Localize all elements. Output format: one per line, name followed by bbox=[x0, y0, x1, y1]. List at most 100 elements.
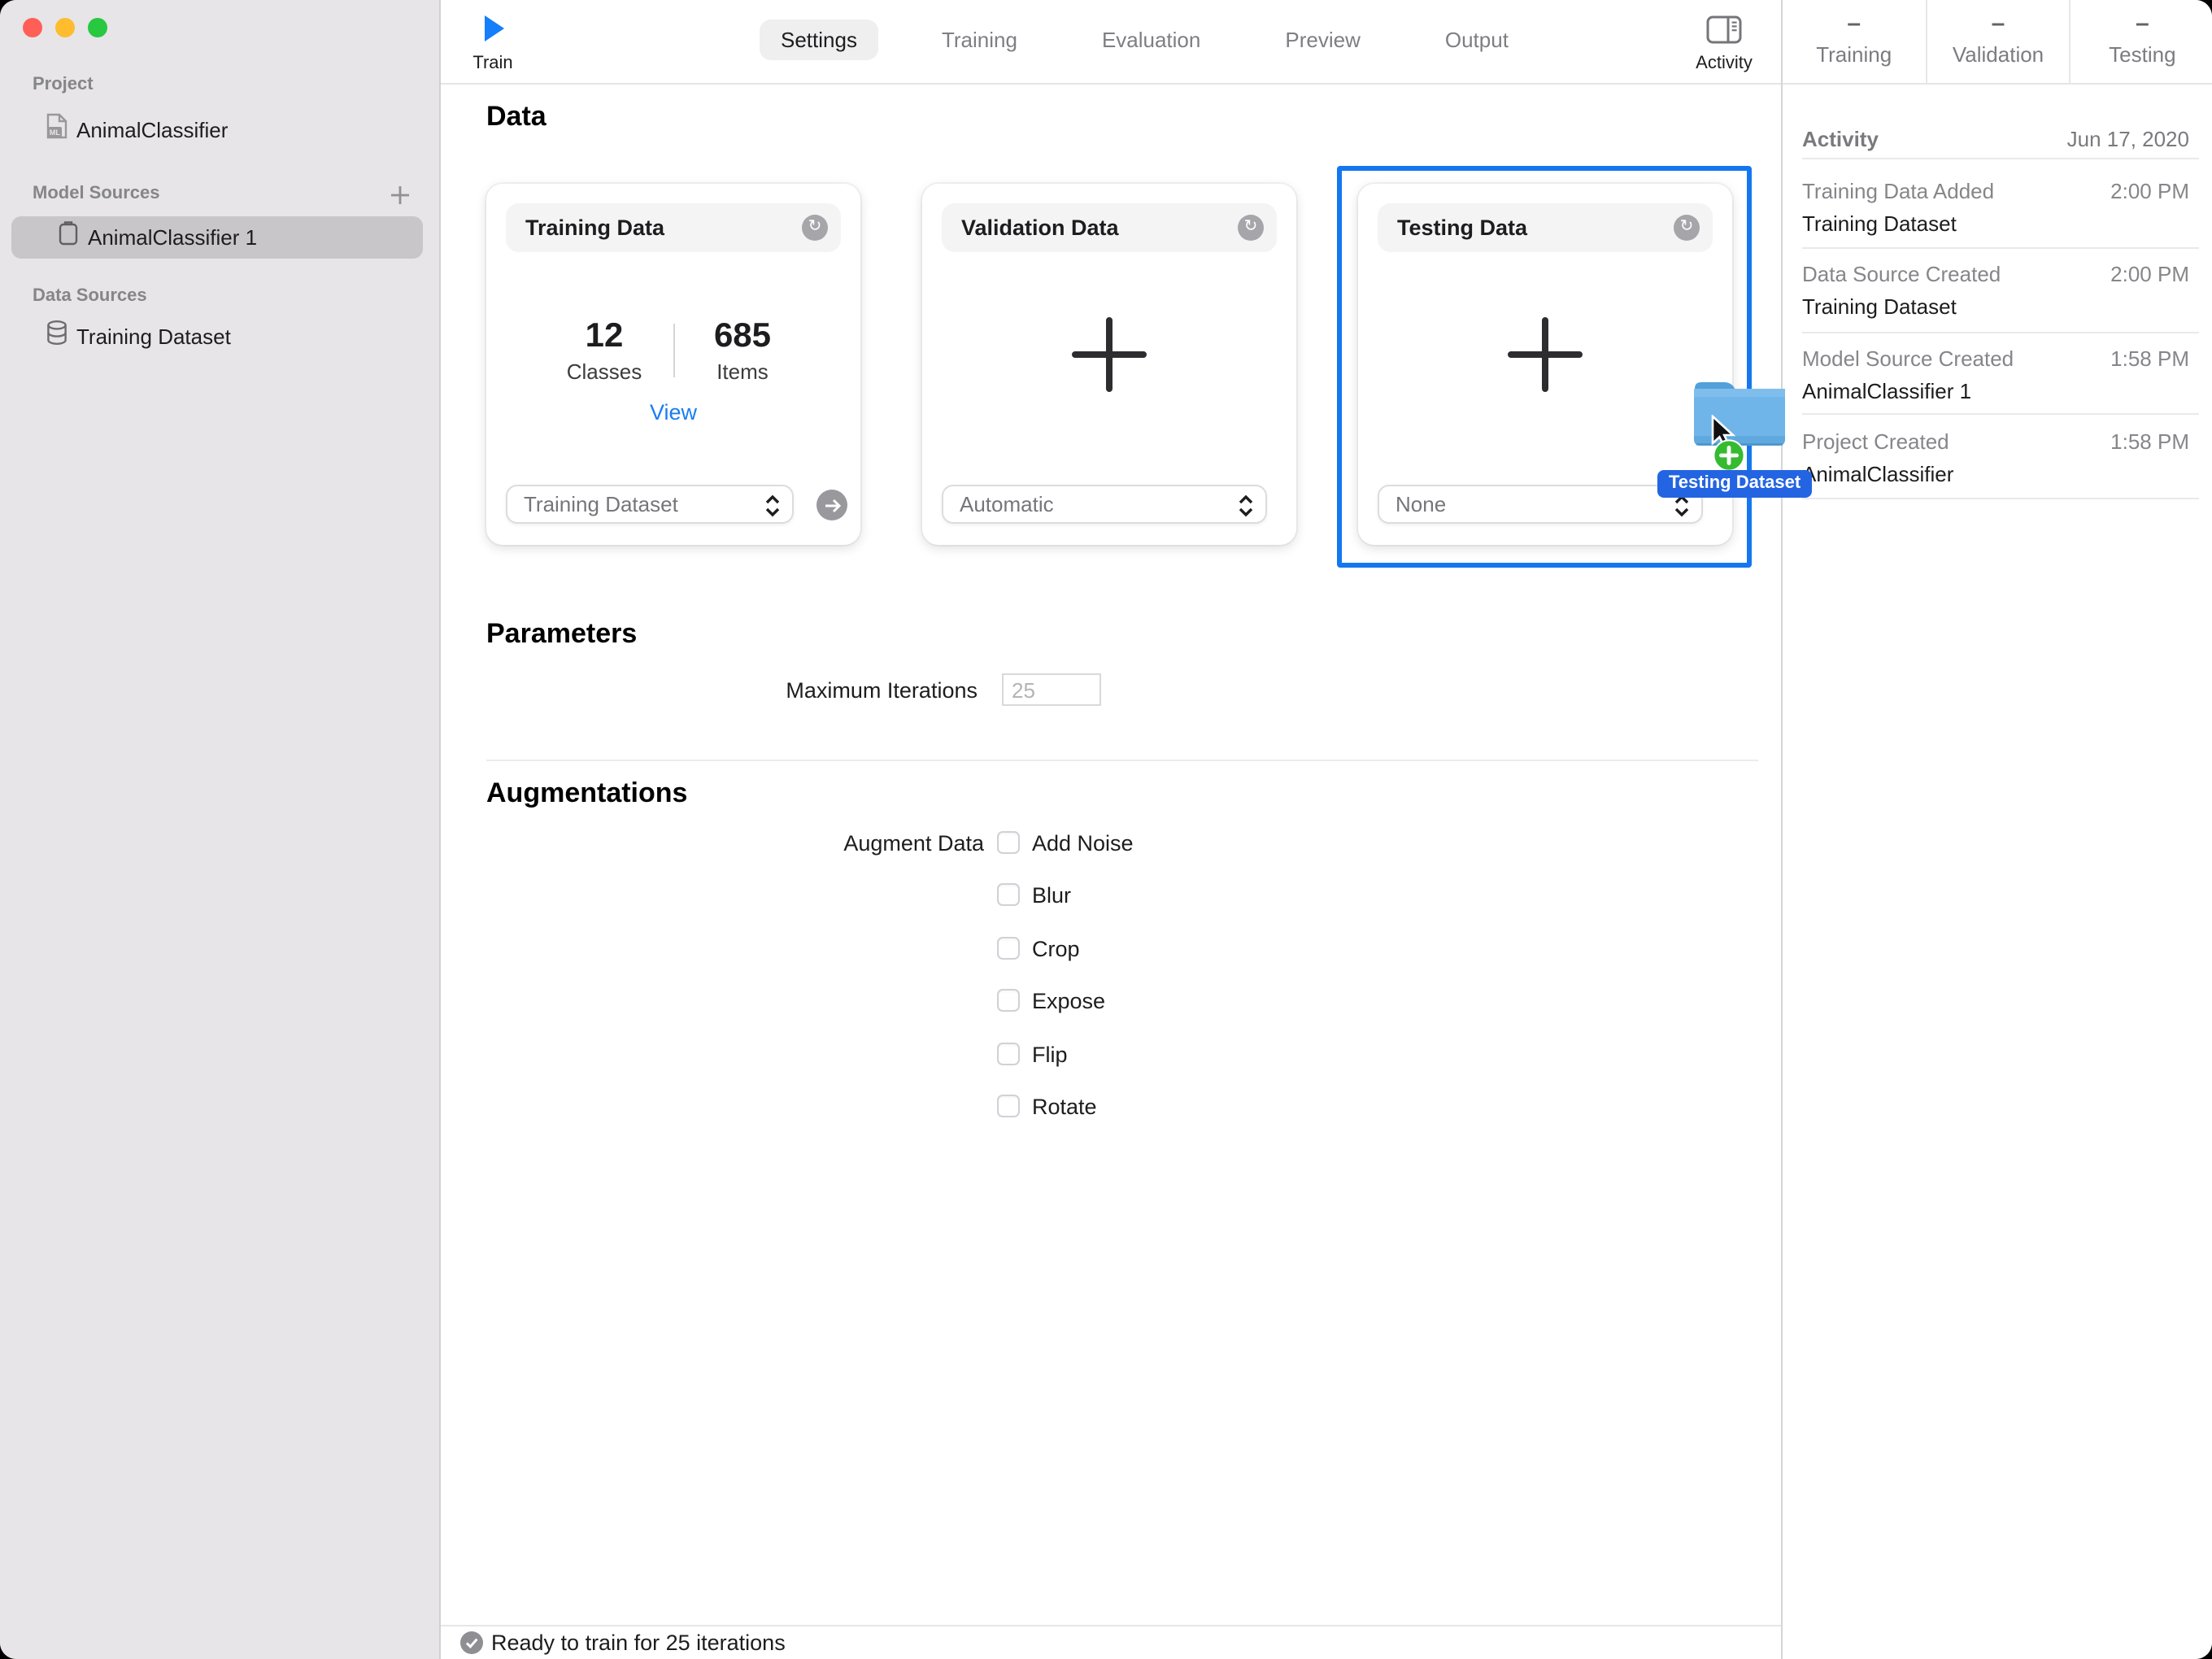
entry-time: 2:00 PM bbox=[2110, 262, 2189, 286]
training-data-card: Training Data ↻ 12 Classes 685 Items Vie… bbox=[486, 184, 860, 545]
accuracy-summary-header: – Training – Validation – Testing bbox=[1783, 0, 2212, 85]
tab-training[interactable]: Training bbox=[921, 20, 1039, 60]
augment-option-add-noise: Add Noise bbox=[997, 830, 1134, 856]
svg-text:ML: ML bbox=[50, 128, 61, 137]
sidebar-item-label: AnimalClassifier 1 bbox=[88, 225, 258, 250]
sidebar-item-label: AnimalClassifier bbox=[76, 118, 229, 142]
testing-data-card-header: Testing Data ↻ bbox=[1378, 203, 1713, 252]
train-button-label: Train bbox=[472, 54, 513, 73]
augment-option-blur: Blur bbox=[997, 882, 1071, 908]
play-icon bbox=[485, 15, 504, 41]
activity-panel: – Training – Validation – Testing Activi… bbox=[1781, 0, 2212, 1659]
create-ml-window: Project ML AnimalClassifier Model Source… bbox=[0, 0, 2212, 1659]
entry-subtitle: Training Dataset bbox=[1802, 294, 1957, 319]
augment-data-label: Augment Data bbox=[843, 831, 984, 856]
training-accuracy-stat: – Training bbox=[1783, 0, 1925, 83]
validation-data-card[interactable]: Validation Data ↻ Automatic bbox=[922, 184, 1296, 545]
augment-option-rotate: Rotate bbox=[997, 1093, 1097, 1119]
sidebar-item-data-source[interactable]: Training Dataset bbox=[0, 316, 441, 358]
testing-data-source-select[interactable]: None bbox=[1378, 485, 1703, 524]
entry-title: Training Data Added bbox=[1802, 179, 1995, 203]
items-count: 685 bbox=[713, 317, 772, 355]
zoom-window-button[interactable] bbox=[88, 18, 107, 37]
minimize-window-button[interactable] bbox=[55, 18, 75, 37]
stepper-chevrons-icon bbox=[1238, 494, 1254, 525]
main-content: Train Settings Training Evaluation Previ… bbox=[441, 0, 1781, 1659]
add-data-plus-icon bbox=[1508, 317, 1583, 400]
train-button[interactable]: Train bbox=[464, 8, 522, 80]
parameters-section-heading: Parameters bbox=[486, 618, 638, 649]
status-bar: Ready to train for 25 iterations bbox=[441, 1625, 1781, 1659]
classes-count: 12 bbox=[585, 317, 624, 355]
validation-data-source-select[interactable]: Automatic bbox=[942, 485, 1267, 524]
activity-log-heading: Activity bbox=[1802, 127, 1879, 151]
sidebar-item-model-source-selected[interactable]: AnimalClassifier 1 bbox=[11, 216, 423, 259]
card-title: Training Data bbox=[525, 216, 665, 240]
augmentations-section-heading: Augmentations bbox=[486, 777, 688, 808]
data-section-heading: Data bbox=[486, 101, 546, 132]
checkbox-label: Crop bbox=[1032, 936, 1080, 960]
testing-accuracy-stat: – Testing bbox=[2069, 0, 2212, 83]
tab-bar: Settings Training Evaluation Preview Out… bbox=[760, 20, 1530, 60]
tab-settings[interactable]: Settings bbox=[760, 20, 878, 60]
add-data-plus-icon bbox=[1072, 317, 1147, 400]
checkbox-label: Blur bbox=[1032, 882, 1072, 907]
rotate-checkbox[interactable] bbox=[997, 1095, 1019, 1117]
training-data-source-select[interactable]: Training Dataset bbox=[506, 485, 794, 524]
entry-time: 2:00 PM bbox=[2110, 179, 2189, 203]
ready-check-icon bbox=[460, 1631, 483, 1659]
divider bbox=[1802, 247, 2199, 249]
close-window-button[interactable] bbox=[23, 18, 42, 37]
tab-evaluation[interactable]: Evaluation bbox=[1081, 20, 1221, 60]
validation-data-card-header: Validation Data ↻ bbox=[942, 203, 1277, 252]
model-source-icon bbox=[57, 220, 80, 255]
arrow-right-icon bbox=[825, 498, 841, 512]
expose-checkbox[interactable] bbox=[997, 989, 1019, 1012]
divider bbox=[1802, 413, 2199, 415]
checkbox-label: Rotate bbox=[1032, 1094, 1097, 1118]
refresh-icon[interactable]: ↻ bbox=[802, 215, 828, 241]
desktop-background: Project ML AnimalClassifier Model Source… bbox=[0, 0, 2212, 1659]
activity-panel-toggle[interactable]: Activity bbox=[1675, 8, 1773, 80]
augment-option-expose: Expose bbox=[997, 987, 1105, 1013]
max-iterations-input[interactable] bbox=[1002, 673, 1101, 706]
entry-time: 1:58 PM bbox=[2110, 346, 2189, 371]
sidebar-item-label: Training Dataset bbox=[76, 324, 231, 349]
entry-title: Project Created bbox=[1802, 429, 1949, 454]
ml-document-icon: ML bbox=[46, 113, 68, 147]
refresh-icon[interactable]: ↻ bbox=[1238, 215, 1264, 241]
crop-checkbox[interactable] bbox=[997, 937, 1019, 960]
add-noise-checkbox[interactable] bbox=[997, 831, 1019, 854]
view-link[interactable]: View bbox=[486, 400, 860, 425]
open-source-arrow-button[interactable] bbox=[816, 490, 847, 520]
checkbox-label: Add Noise bbox=[1032, 830, 1134, 855]
tab-output[interactable]: Output bbox=[1424, 20, 1530, 60]
stat-divider bbox=[673, 324, 674, 377]
classes-caption: Classes bbox=[566, 359, 642, 384]
entry-subtitle: AnimalClassifier bbox=[1802, 462, 1954, 486]
tab-preview[interactable]: Preview bbox=[1264, 20, 1382, 60]
sidebar-item-project[interactable]: ML AnimalClassifier bbox=[0, 109, 441, 151]
refresh-icon[interactable]: ↻ bbox=[1674, 215, 1700, 241]
card-title: Validation Data bbox=[961, 216, 1119, 240]
testing-data-card[interactable]: Testing Data ↻ None bbox=[1358, 184, 1732, 545]
toolbar: Train Settings Training Evaluation Previ… bbox=[441, 0, 1781, 85]
select-value: None bbox=[1396, 492, 1447, 516]
stat-value: – bbox=[1991, 10, 2005, 37]
validation-accuracy-stat: – Validation bbox=[1925, 0, 2069, 83]
stepper-chevrons-icon bbox=[764, 494, 781, 525]
stat-value: – bbox=[1847, 10, 1861, 37]
card-title: Testing Data bbox=[1397, 216, 1528, 240]
stat-label: Training bbox=[1816, 42, 1892, 67]
stat-value: – bbox=[2136, 10, 2149, 37]
entry-title: Model Source Created bbox=[1802, 346, 2014, 371]
add-model-source-button[interactable] bbox=[387, 182, 413, 208]
stat-label: Testing bbox=[2109, 42, 2176, 67]
divider bbox=[1802, 158, 2199, 159]
model-sources-section-header: Model Sources bbox=[33, 184, 160, 203]
stepper-chevrons-icon bbox=[1674, 494, 1690, 525]
augment-option-crop: Crop bbox=[997, 935, 1080, 961]
project-section-header: Project bbox=[33, 75, 94, 94]
flip-checkbox[interactable] bbox=[997, 1043, 1019, 1065]
blur-checkbox[interactable] bbox=[997, 883, 1019, 906]
